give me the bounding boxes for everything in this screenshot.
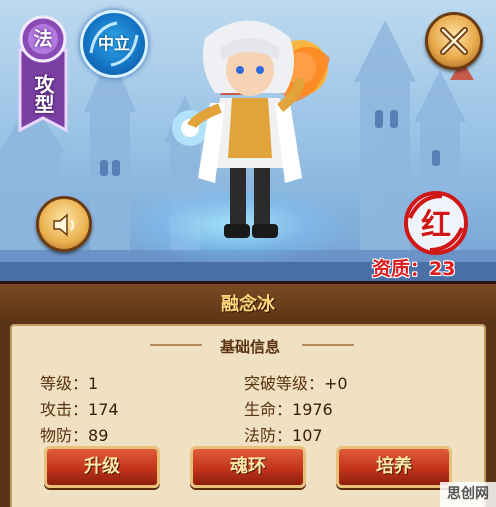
stat-breakthrough-label: 突破等级： (244, 374, 325, 393)
panel-header: 融念冰 (0, 284, 496, 322)
quality-label: 红 (421, 208, 451, 243)
watermark: 思创网 (440, 482, 496, 507)
hero-character-portrait (172, 20, 330, 238)
class-element-label: 法 (33, 28, 53, 50)
stat-mdef-label: 法防： (244, 426, 293, 445)
stat-magic-defense: 法防：107 (244, 422, 323, 446)
hero-name-title: 融念冰 (221, 294, 275, 315)
stat-breakthrough: 突破等级：+0 (244, 370, 348, 394)
stat-level-value: 1 (88, 374, 99, 393)
stat-physical-defense: 物防：89 (40, 422, 108, 446)
stat-mdef-value: 107 (292, 426, 323, 445)
hero-detail-screen: 法 攻型 中立 红 资质：23 融念冰 基础信息 等级：1 突破等级：+0 攻击… (0, 0, 496, 507)
aptitude-label: 资质： (372, 258, 430, 280)
stat-hp: 生命：1976 (244, 396, 333, 420)
stat-level: 等级：1 (40, 370, 98, 394)
section-title: 基础信息 (219, 338, 280, 356)
class-type-label: 攻型 (31, 74, 55, 114)
soul-ring-button[interactable]: 魂环 (190, 446, 306, 488)
close-icon (440, 27, 468, 55)
aptitude-readout: 资质：23 (372, 254, 494, 280)
stat-pdef-label: 物防： (40, 426, 89, 445)
faction-label: 中立 (97, 34, 130, 53)
stat-attack-value: 174 (88, 400, 119, 419)
section-divider-right (302, 344, 354, 346)
speaker-icon (53, 213, 75, 237)
voice-play-button[interactable] (36, 196, 92, 252)
stat-level-label: 等级： (40, 374, 89, 393)
aptitude-value: 23 (429, 258, 456, 280)
stat-attack: 攻击：174 (40, 396, 119, 420)
train-button[interactable]: 培养 (336, 446, 452, 488)
quality-badge: 红 (398, 188, 474, 258)
stat-breakthrough-value: +0 (324, 374, 348, 393)
stat-hp-value: 1976 (292, 400, 333, 419)
stat-pdef-value: 89 (88, 426, 109, 445)
stat-hp-label: 生命： (244, 400, 293, 419)
faction-badge: 中立 (80, 10, 148, 78)
upgrade-button[interactable]: 升级 (44, 446, 160, 488)
stat-attack-label: 攻击： (40, 400, 89, 419)
class-banner: 法 攻型 (14, 10, 72, 140)
hero-info-panel: 融念冰 基础信息 等级：1 突破等级：+0 攻击：174 生命：1976 物防：… (0, 281, 496, 507)
close-button[interactable] (425, 12, 483, 70)
